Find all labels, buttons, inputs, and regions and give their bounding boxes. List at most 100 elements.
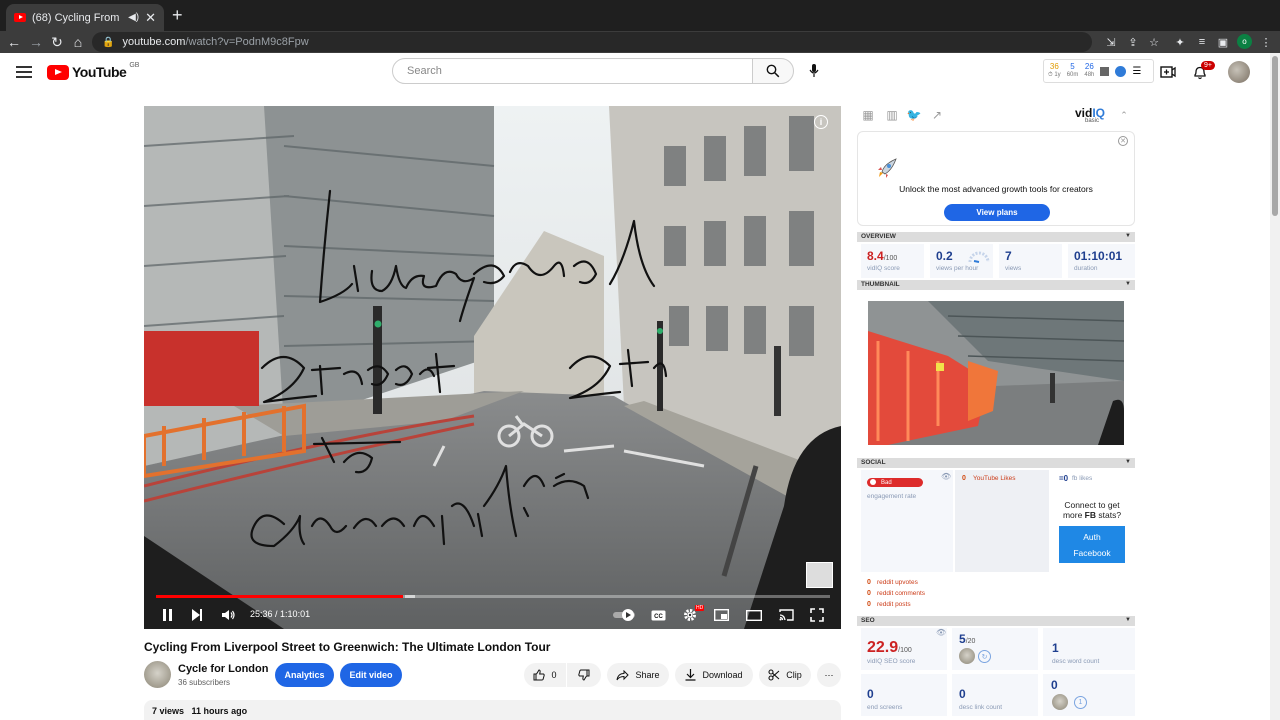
- end-screens-label: end screens: [867, 704, 903, 711]
- vidiq-score-label: vidIQ score: [867, 265, 900, 272]
- search-input[interactable]: Search: [392, 58, 753, 84]
- tag-count-of: /20: [965, 638, 976, 645]
- next-button[interactable]: [186, 605, 208, 625]
- reload-button[interactable]: ↻: [47, 31, 67, 53]
- youtube-logo[interactable]: YouTube GB: [47, 61, 140, 80]
- create-video-icon[interactable]: [1158, 62, 1178, 82]
- social-title: SOCIAL: [861, 459, 886, 466]
- eye-icon[interactable]: 👁: [941, 472, 951, 481]
- account-avatar[interactable]: [1228, 61, 1250, 83]
- share-page-icon[interactable]: ⇪: [1125, 34, 1141, 50]
- share-button[interactable]: Share: [607, 663, 669, 687]
- fb-likes-value: =0: [1059, 474, 1069, 483]
- back-button[interactable]: ←: [4, 31, 24, 53]
- autoplay-toggle[interactable]: [612, 605, 638, 625]
- thumbs-down-icon: [578, 669, 590, 681]
- captions-button[interactable]: CC: [647, 605, 669, 625]
- view-count: 7 views: [152, 706, 185, 716]
- notification-count-badge: 9+: [1201, 61, 1215, 70]
- download-button[interactable]: Download: [675, 663, 753, 687]
- video-player[interactable]: i 25:36 / 1:10:01 CC HD: [144, 106, 841, 629]
- browser-menu-icon[interactable]: ⋮: [1258, 34, 1274, 50]
- overview-section-header[interactable]: OVERVIEW ▼: [857, 232, 1135, 242]
- captions-icon: CC: [651, 610, 665, 620]
- desc-word-count: 1: [1052, 641, 1059, 655]
- video-thumbnail[interactable]: [868, 301, 1124, 445]
- bookmark-star-icon[interactable]: ☆: [1146, 34, 1162, 50]
- vidiq-logo-icon[interactable]: [1115, 65, 1127, 77]
- analytics-button[interactable]: Analytics: [275, 663, 334, 687]
- page-scrollbar[interactable]: [1270, 53, 1280, 720]
- youtube-favicon-icon: [14, 13, 26, 22]
- new-tab-button[interactable]: +: [172, 6, 183, 24]
- miniplayer-button[interactable]: [710, 605, 732, 625]
- audio-playing-icon[interactable]: ◀): [128, 12, 139, 23]
- install-icon[interactable]: ⇲: [1103, 34, 1119, 50]
- auth-label: Auth: [1083, 531, 1101, 542]
- close-tab-icon[interactable]: ✕: [145, 10, 156, 26]
- extra-link-icon[interactable]: 1: [1074, 696, 1087, 709]
- thumbnail-section-header[interactable]: THUMBNAIL ▼: [857, 280, 1135, 290]
- vidiq-chart-icon[interactable]: [1100, 66, 1110, 76]
- home-button[interactable]: ⌂: [68, 31, 88, 53]
- vidiq-channel-stats[interactable]: 36 ⏱ 1y 5 60m 26 48h ☰: [1043, 59, 1154, 83]
- fb-prompt-stats: stats?: [1096, 510, 1122, 520]
- fullscreen-button[interactable]: [806, 605, 828, 625]
- vidiq-score: 8.4/100: [867, 249, 897, 263]
- forward-button[interactable]: →: [26, 31, 46, 53]
- extensions-puzzle-icon[interactable]: ✦: [1172, 34, 1188, 50]
- search-button[interactable]: [752, 58, 794, 84]
- info-icon[interactable]: i: [814, 115, 828, 129]
- theater-mode-button[interactable]: [743, 605, 765, 625]
- browser-profile-avatar[interactable]: o: [1237, 34, 1252, 49]
- side-panel-icon[interactable]: ▣: [1215, 34, 1231, 50]
- seo-score-label: vidIQ SEO score: [867, 658, 916, 665]
- download-label: Download: [702, 670, 743, 680]
- browser-tab[interactable]: (68) Cycling From Liverpool ◀) ✕: [6, 4, 164, 31]
- channel-watermark[interactable]: [806, 562, 833, 588]
- clip-button[interactable]: Clip: [759, 663, 811, 687]
- address-bar[interactable]: 🔒 youtube.com/watch?v=PodnM9c8Fpw: [92, 32, 1092, 52]
- url-domain: youtube.com: [122, 36, 186, 48]
- hamburger-menu-icon[interactable]: [16, 66, 32, 78]
- channel-name[interactable]: Cycle for London: [178, 663, 268, 675]
- trend-icon[interactable]: ↗: [930, 108, 944, 122]
- progress-bar[interactable]: [156, 595, 830, 598]
- social-section-header[interactable]: SOCIAL ▼: [857, 458, 1135, 468]
- download-icon: [685, 669, 696, 681]
- close-promo-icon[interactable]: ✕: [1118, 136, 1128, 146]
- channel-avatar[interactable]: [144, 661, 171, 688]
- more-actions-button[interactable]: ⋯: [817, 663, 841, 687]
- vidiq-score-of: /100: [883, 255, 898, 262]
- collapse-icon[interactable]: ⌃: [1117, 108, 1131, 122]
- edit-video-button[interactable]: Edit video: [340, 663, 402, 687]
- caret-down-icon: ▼: [1125, 617, 1131, 623]
- vidiq-menu-icon[interactable]: ☰: [1132, 66, 1141, 77]
- progress-buffered: [405, 595, 416, 598]
- url-text: youtube.com/watch?v=PodnM9c8Fpw: [122, 36, 308, 48]
- twitter-icon[interactable]: 🐦: [907, 108, 922, 122]
- reading-list-icon[interactable]: ≡: [1194, 34, 1210, 50]
- scrollbar-thumb[interactable]: [1272, 56, 1278, 216]
- vidiq-stat-60m: 5 60m: [1067, 63, 1079, 79]
- tags-refresh-icon[interactable]: ↻: [978, 650, 991, 663]
- desc-links-label: desc link count: [959, 704, 1002, 711]
- microphone-icon: [809, 64, 819, 77]
- bar-chart-icon[interactable]: ▥: [885, 108, 899, 122]
- voice-search-button[interactable]: [804, 61, 824, 81]
- pause-button[interactable]: [156, 605, 178, 625]
- caret-down-icon: ▼: [1125, 459, 1131, 465]
- dislike-button[interactable]: [567, 663, 601, 687]
- cast-button[interactable]: [775, 605, 797, 625]
- gauge-icon: [968, 251, 990, 263]
- time-current: 25:36: [250, 609, 273, 619]
- eye-icon[interactable]: 👁: [936, 628, 946, 637]
- description-box[interactable]: 7 views 11 hours ago: [144, 700, 841, 720]
- seo-section-header[interactable]: SEO ▼: [857, 616, 1135, 626]
- like-button[interactable]: 0: [524, 663, 566, 687]
- view-plans-button[interactable]: View plans: [944, 204, 1050, 221]
- country-code: GB: [129, 61, 140, 69]
- volume-button[interactable]: [218, 605, 240, 625]
- auth-facebook-button[interactable]: Auth Facebook: [1059, 526, 1125, 563]
- grid-icon[interactable]: ▦: [861, 108, 875, 122]
